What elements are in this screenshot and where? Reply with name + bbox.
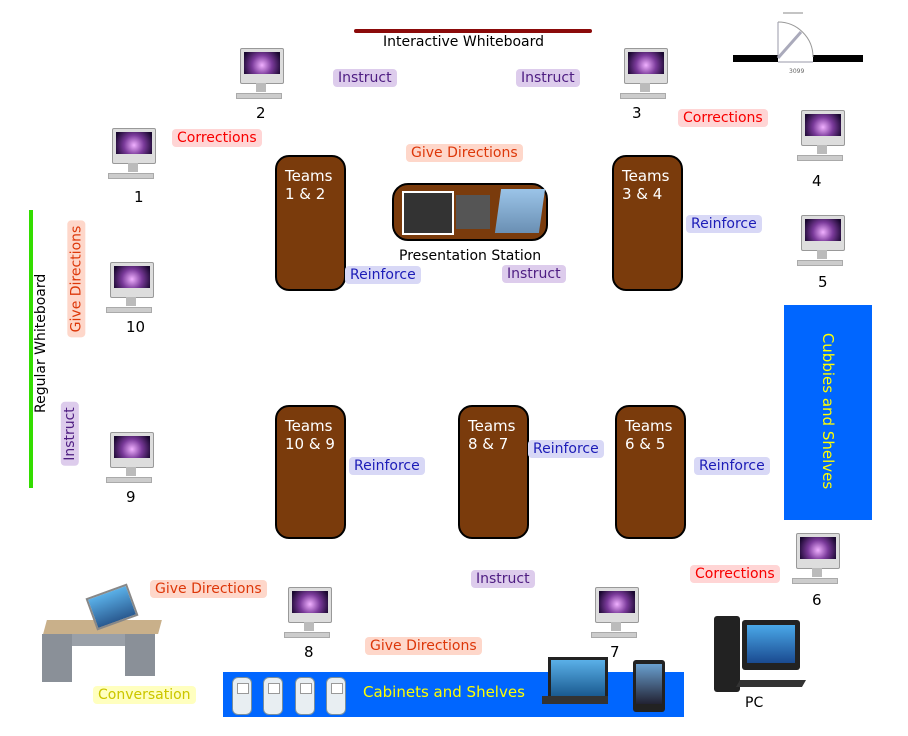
teacher-desk-icon [40, 583, 165, 685]
team-table-title: Teams [625, 417, 673, 435]
dir-label: Give Directions [406, 144, 523, 162]
team-table-teams: 10 & 9 [285, 435, 335, 453]
team-table-teams: 1 & 2 [285, 185, 326, 203]
rein-label: Reinforce [349, 457, 425, 475]
handheld-device-icon [263, 677, 283, 715]
team-table: Teams 10 & 9 [275, 405, 346, 539]
team-table: Teams 1 & 2 [275, 155, 346, 291]
rein-label: Reinforce [686, 215, 762, 233]
ins-label: Instruct [516, 69, 580, 87]
imac-computer-icon [106, 262, 156, 318]
computer-number: 4 [812, 172, 822, 190]
handheld-device-icon [232, 677, 252, 715]
team-table-teams: 3 & 4 [622, 185, 663, 203]
rein-label: Reinforce [345, 266, 421, 284]
regular-whiteboard-label: Regular Whiteboard [33, 273, 49, 413]
cubbies-label: Cubbies and Shelves [819, 332, 837, 490]
computer-number: 10 [126, 318, 146, 336]
rein-label: Reinforce [694, 457, 770, 475]
computer-number: 8 [304, 643, 314, 661]
laptop-icon [494, 189, 546, 233]
team-table-title: Teams [468, 417, 516, 435]
interactive-whiteboard [354, 29, 592, 33]
imac-computer-icon [591, 587, 641, 643]
team-table-teams: 8 & 7 [468, 435, 509, 453]
computer-number: 2 [256, 104, 266, 122]
door-icon: 3099 [733, 10, 863, 80]
handheld-device-icon [295, 677, 315, 715]
computer-number: 7 [610, 643, 620, 661]
corr-label: Corrections [678, 109, 768, 127]
imac-computer-icon [106, 432, 156, 488]
computer-number: 6 [812, 591, 822, 609]
conv-label: Conversation [93, 686, 196, 704]
team-table: Teams 6 & 5 [615, 405, 686, 539]
dir-label: Give Directions [150, 580, 267, 598]
computer-number: 3 [632, 104, 642, 122]
imac-computer-icon [797, 110, 847, 166]
projector-icon [402, 191, 454, 235]
ins-label: Instruct [60, 402, 79, 466]
interactive-whiteboard-label: Interactive Whiteboard [383, 34, 544, 50]
team-table: Teams 8 & 7 [458, 405, 529, 539]
corr-label: Corrections [172, 129, 262, 147]
team-table: Teams 3 & 4 [612, 155, 683, 291]
computer-number: 5 [818, 273, 828, 291]
rein-label: Reinforce [528, 440, 604, 458]
document-camera-icon [456, 195, 490, 229]
computer-number: 9 [126, 488, 136, 506]
imac-computer-icon [797, 215, 847, 271]
door-label: 3099 [789, 68, 805, 75]
classroom-layout: Interactive Whiteboard 3099 Regular Whit… [0, 0, 908, 736]
team-table-title: Teams [622, 167, 670, 185]
imac-computer-icon [620, 48, 670, 104]
ins-label: Instruct [502, 265, 566, 283]
team-table-title: Teams [285, 417, 333, 435]
presentation-station-label: Presentation Station [399, 248, 542, 264]
dir-label: Give Directions [365, 637, 482, 655]
pc-label: PC [745, 695, 764, 711]
imac-computer-icon [284, 587, 334, 643]
tablet-icon [633, 660, 665, 712]
dir-label: Give Directions [67, 220, 86, 338]
imac-computer-icon [236, 48, 286, 104]
team-table-teams: 6 & 5 [625, 435, 666, 453]
presentation-station [392, 183, 548, 241]
cabinets-label: Cabinets and Shelves [363, 683, 525, 701]
computer-number: 1 [134, 188, 144, 206]
ins-label: Instruct [471, 570, 535, 588]
imac-computer-icon [108, 128, 158, 184]
cabinets-and-shelves: Cabinets and Shelves [223, 657, 684, 717]
pc-tower-icon [712, 612, 812, 694]
laptop-icon [548, 657, 608, 699]
handheld-device-icon [326, 677, 346, 715]
ins-label: Instruct [333, 69, 397, 87]
imac-computer-icon [792, 533, 842, 589]
laptop-base [542, 696, 608, 704]
team-table-title: Teams [285, 167, 333, 185]
corr-label: Corrections [690, 565, 780, 583]
